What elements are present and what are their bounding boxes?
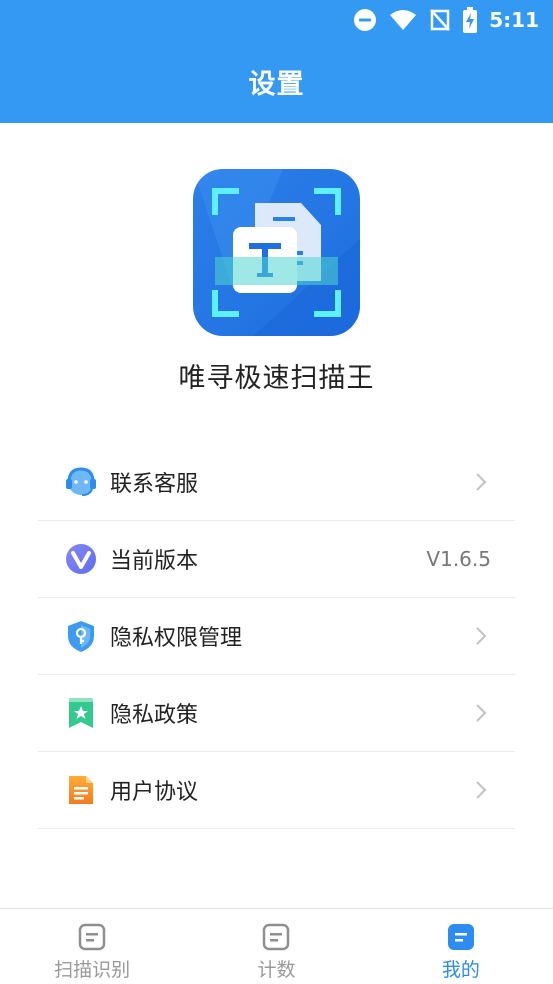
version-value: V1.6.5: [426, 547, 491, 571]
tab-label: 计数: [257, 959, 296, 981]
status-bar: 5:11: [0, 0, 553, 40]
chevron-right-icon: [476, 627, 487, 645]
no-signal-icon: [430, 9, 451, 31]
wifi-icon: [390, 10, 417, 30]
settings-item-label: 用户协议: [110, 780, 199, 805]
settings-item-label: 隐私政策: [110, 703, 199, 728]
app-bar: 设置: [0, 40, 553, 123]
document-icon: [69, 776, 93, 804]
do-not-disturb-icon: [354, 9, 377, 31]
settings-item-privacy-permissions[interactable]: 隐私权限管理: [38, 598, 515, 675]
privacy-shield-icon: [68, 621, 94, 652]
tab-count[interactable]: 计数: [184, 909, 368, 984]
profile-tab-icon: [447, 924, 474, 950]
settings-list: 联系客服 当前版本 V1.6.5 隐私权限管理 隐私政策 用户协议: [38, 444, 515, 829]
app-name: 唯寻极速扫描王: [178, 363, 375, 394]
tab-mine[interactable]: 我的: [369, 909, 553, 984]
settings-item-label: 隐私权限管理: [110, 626, 243, 651]
chevron-right-icon: [476, 473, 487, 491]
tab-label: 扫描识别: [54, 959, 131, 981]
chevron-right-icon: [476, 781, 487, 799]
settings-item-contact-support[interactable]: 联系客服: [38, 444, 515, 521]
bottom-nav: 扫描识别 计数 我的: [0, 908, 553, 984]
battery-charging-icon: [463, 7, 478, 33]
policy-bookmark-icon: [69, 698, 93, 728]
scan-text-icon: [193, 169, 360, 336]
tab-label: 我的: [441, 959, 480, 981]
status-icons: 5:11: [353, 6, 539, 34]
settings-item-label: 联系客服: [110, 472, 199, 497]
app-logo: [193, 169, 360, 336]
customer-service-icon: [66, 467, 96, 496]
chevron-right-icon: [476, 704, 487, 722]
settings-item-privacy-policy[interactable]: 隐私政策: [38, 675, 515, 752]
page-title: 设置: [248, 69, 305, 100]
count-tab-icon: [263, 923, 290, 951]
version-icon: [66, 544, 96, 574]
settings-item-user-agreement[interactable]: 用户协议: [38, 752, 515, 829]
status-time: 5:11: [489, 8, 539, 32]
settings-item-label: 当前版本: [110, 549, 199, 574]
settings-item-current-version[interactable]: 当前版本 V1.6.5: [38, 521, 515, 598]
scan-tab-icon: [78, 923, 106, 951]
tab-scan[interactable]: 扫描识别: [0, 909, 184, 984]
